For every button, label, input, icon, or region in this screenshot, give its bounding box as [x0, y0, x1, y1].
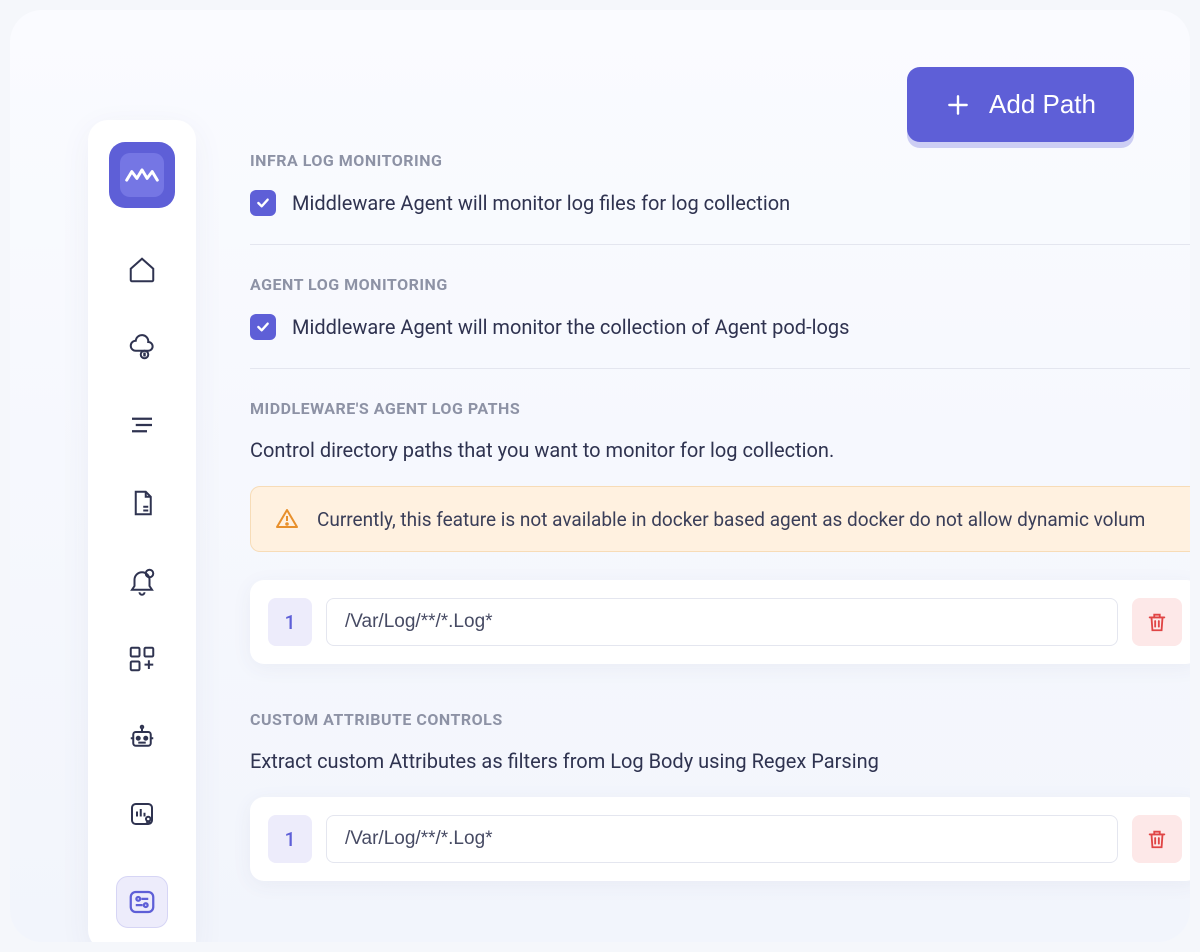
warning-icon	[275, 507, 299, 531]
app-logo[interactable]	[109, 142, 175, 208]
divider	[250, 244, 1190, 245]
alert-text: Currently, this feature is not available…	[317, 508, 1145, 531]
custom-number: 1	[268, 815, 312, 863]
delete-path-button[interactable]	[1132, 598, 1182, 646]
infra-section-title: INFRA LOG MONITORING	[250, 151, 1190, 170]
path-number: 1	[268, 598, 312, 646]
check-icon	[255, 195, 271, 211]
logs-icon[interactable]	[126, 409, 158, 441]
custom-section-desc: Extract custom Attributes as filters fro…	[250, 749, 1190, 773]
paths-section-desc: Control directory paths that you want to…	[250, 438, 1190, 462]
divider	[250, 368, 1190, 369]
agent-section-title: AGENT LOG MONITORING	[250, 275, 1190, 294]
main-content: Add Path INFRA LOG MONITORING Middleware…	[230, 67, 1190, 942]
custom-section-title: CUSTOM ATTRIBUTE CONTROLS	[250, 710, 1190, 729]
custom-row: 1	[250, 797, 1190, 881]
sidebar	[88, 120, 196, 942]
settings-icon[interactable]	[116, 876, 168, 928]
custom-input[interactable]	[326, 815, 1118, 863]
cloud-cost-icon[interactable]	[126, 331, 158, 363]
path-row: 1	[250, 580, 1190, 664]
agent-checkbox-label: Middleware Agent will monitor the collec…	[292, 315, 849, 339]
plus-icon	[945, 92, 971, 118]
infra-checkbox[interactable]	[250, 190, 276, 216]
infra-checkbox-label: Middleware Agent will monitor log files …	[292, 191, 790, 215]
paths-section-title: MIDDLEWARE'S AGENT LOG PATHS	[250, 399, 1190, 418]
apps-icon[interactable]	[126, 643, 158, 675]
home-icon[interactable]	[126, 254, 158, 286]
user-analytics-icon[interactable]	[126, 798, 158, 830]
warning-alert: Currently, this feature is not available…	[250, 486, 1190, 552]
check-icon	[255, 319, 271, 335]
bot-icon[interactable]	[126, 721, 158, 753]
agent-checkbox[interactable]	[250, 314, 276, 340]
trash-icon	[1146, 611, 1168, 633]
delete-custom-button[interactable]	[1132, 815, 1182, 863]
alerts-icon[interactable]	[126, 565, 158, 597]
path-input[interactable]	[326, 598, 1118, 646]
add-path-label: Add Path	[989, 89, 1096, 120]
document-icon[interactable]	[126, 487, 158, 519]
trash-icon	[1146, 828, 1168, 850]
